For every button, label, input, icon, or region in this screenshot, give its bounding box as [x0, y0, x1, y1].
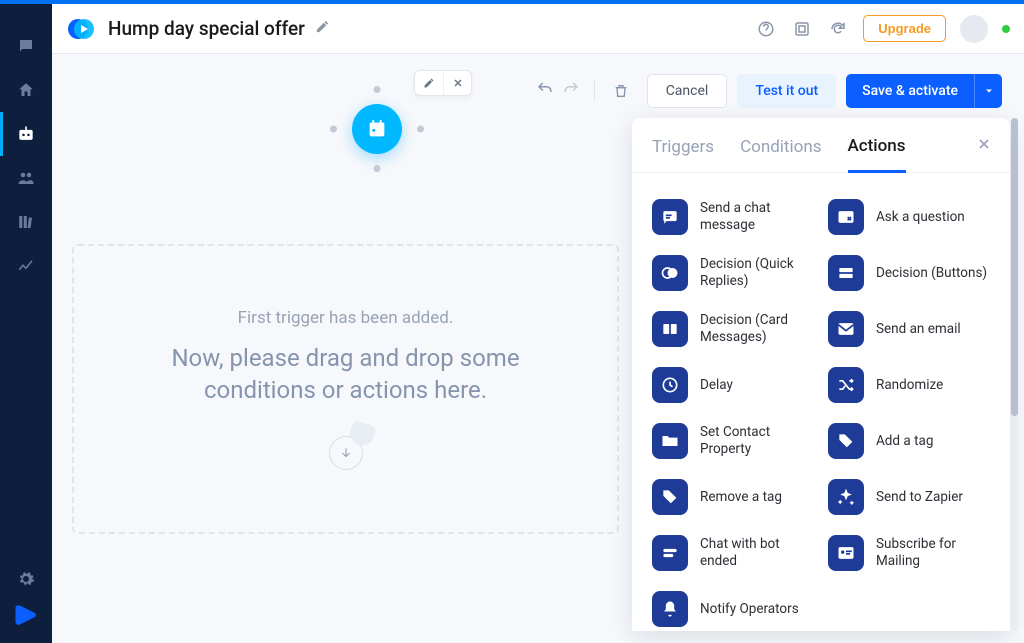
help-icon[interactable]	[755, 18, 777, 40]
subscribe-icon	[828, 535, 864, 571]
action-item[interactable]: Notify Operators	[648, 583, 818, 631]
undo-button[interactable]	[536, 80, 554, 102]
panel-scrollbar[interactable]	[1011, 118, 1018, 631]
action-item[interactable]: Send an email	[824, 303, 994, 355]
canvas-toolbar: Cancel Test it out Save & activate	[532, 74, 1002, 108]
node-handle-top[interactable]	[374, 86, 381, 93]
news-icon[interactable]	[791, 18, 813, 40]
app-header: Hump day special offer Upgrade	[52, 4, 1024, 54]
tab-triggers[interactable]: Triggers	[652, 137, 714, 171]
refresh-icon[interactable]	[827, 18, 849, 40]
sidebar-item-contacts[interactable]	[0, 156, 52, 200]
node-handle-right[interactable]	[417, 126, 424, 133]
cancel-button[interactable]: Cancel	[647, 74, 728, 108]
action-label: Set Contact Property	[700, 424, 814, 458]
toolbar-divider	[594, 80, 595, 102]
action-item[interactable]: Decision (Buttons)	[824, 247, 994, 299]
action-label: Decision (Buttons)	[876, 265, 987, 282]
botend-icon	[652, 535, 688, 571]
status-online-indicator	[1002, 25, 1010, 33]
action-label: Send to Zapier	[876, 489, 963, 506]
tag-icon	[828, 423, 864, 459]
action-label: Decision (Quick Replies)	[700, 256, 814, 290]
clock-icon	[652, 367, 688, 403]
dropzone-subheading: First trigger has been added.	[238, 308, 454, 328]
action-item[interactable]: Delay	[648, 359, 818, 411]
action-label: Ask a question	[876, 209, 965, 226]
node-controls	[414, 70, 472, 96]
edit-title-icon[interactable]	[315, 19, 330, 38]
save-group: Save & activate	[846, 74, 1002, 108]
sidebar-item-settings[interactable]	[0, 557, 52, 601]
action-label: Chat with bot ended	[700, 536, 814, 570]
flow-canvas[interactable]: Cancel Test it out Save & activate First…	[52, 54, 1024, 643]
trigger-node[interactable]	[352, 104, 402, 154]
action-label: Subscribe for Mailing	[876, 536, 990, 570]
chat-icon	[652, 199, 688, 235]
node-handle-bottom[interactable]	[374, 165, 381, 172]
bell-icon	[652, 591, 688, 627]
action-label: Add a tag	[876, 433, 933, 450]
edit-node-icon[interactable]	[415, 71, 443, 95]
action-label: Remove a tag	[700, 489, 782, 506]
drop-zone[interactable]: First trigger has been added. Now, pleas…	[72, 244, 619, 534]
action-label: Send an email	[876, 321, 961, 338]
save-more-button[interactable]	[974, 74, 1002, 108]
avatar[interactable]	[960, 15, 988, 43]
action-item[interactable]: Send a chat message	[648, 191, 818, 243]
trigger-node-circle[interactable]	[352, 104, 402, 154]
sidebar-item-chat[interactable]	[0, 24, 52, 68]
action-item[interactable]: Remove a tag	[648, 471, 818, 523]
delete-node-icon[interactable]	[443, 71, 471, 95]
question-icon	[828, 199, 864, 235]
window-accent-bar	[0, 0, 1024, 4]
action-item[interactable]: Set Contact Property	[648, 415, 818, 467]
action-item[interactable]: Randomize	[824, 359, 994, 411]
buttons-icon	[828, 255, 864, 291]
quick-icon	[652, 255, 688, 291]
undo-redo-group	[532, 74, 584, 108]
panel-tabs: Triggers Conditions Actions	[632, 118, 1010, 173]
action-label: Notify Operators	[700, 601, 799, 618]
action-item[interactable]: Chat with bot ended	[648, 527, 818, 579]
save-activate-button[interactable]: Save & activate	[846, 74, 974, 108]
folder-icon	[652, 423, 688, 459]
actions-list: Send a chat message Ask a question Decisio…	[632, 173, 1010, 631]
action-item[interactable]: Send to Zapier	[824, 471, 994, 523]
sidebar-item-home[interactable]	[0, 68, 52, 112]
tab-actions[interactable]: Actions	[848, 136, 906, 173]
action-item[interactable]: Add a tag	[824, 415, 994, 467]
shuffle-icon	[828, 367, 864, 403]
delete-button[interactable]	[605, 74, 637, 108]
close-panel-icon[interactable]	[976, 136, 992, 156]
action-label: Send a chat message	[700, 200, 814, 234]
cards-icon	[652, 311, 688, 347]
action-item[interactable]: Ask a question	[824, 191, 994, 243]
action-label: Decision (Card Messages)	[700, 312, 814, 346]
page-title: Hump day special offer	[108, 17, 305, 40]
brand-icon	[12, 601, 40, 629]
email-icon	[828, 311, 864, 347]
action-item[interactable]: Decision (Card Messages)	[648, 303, 818, 355]
test-button[interactable]: Test it out	[737, 74, 836, 108]
action-label: Delay	[700, 377, 733, 394]
app-sidebar	[0, 4, 52, 643]
node-handle-left[interactable]	[330, 126, 337, 133]
dropzone-heading: Now, please drag and drop some condition…	[114, 342, 577, 407]
tag-icon	[652, 479, 688, 515]
upgrade-button[interactable]: Upgrade	[863, 15, 946, 42]
redo-button	[562, 80, 580, 102]
app-logo[interactable]	[66, 14, 96, 44]
actions-panel: Triggers Conditions Actions Send a chat …	[632, 118, 1010, 631]
arrow-down-icon	[329, 436, 363, 470]
sidebar-item-bots[interactable]	[0, 112, 52, 156]
sidebar-item-analytics[interactable]	[0, 244, 52, 288]
zap-icon	[828, 479, 864, 515]
tab-conditions[interactable]: Conditions	[740, 137, 821, 171]
sidebar-item-library[interactable]	[0, 200, 52, 244]
action-item[interactable]: Subscribe for Mailing	[824, 527, 994, 579]
action-item[interactable]: Decision (Quick Replies)	[648, 247, 818, 299]
action-label: Randomize	[876, 377, 943, 394]
